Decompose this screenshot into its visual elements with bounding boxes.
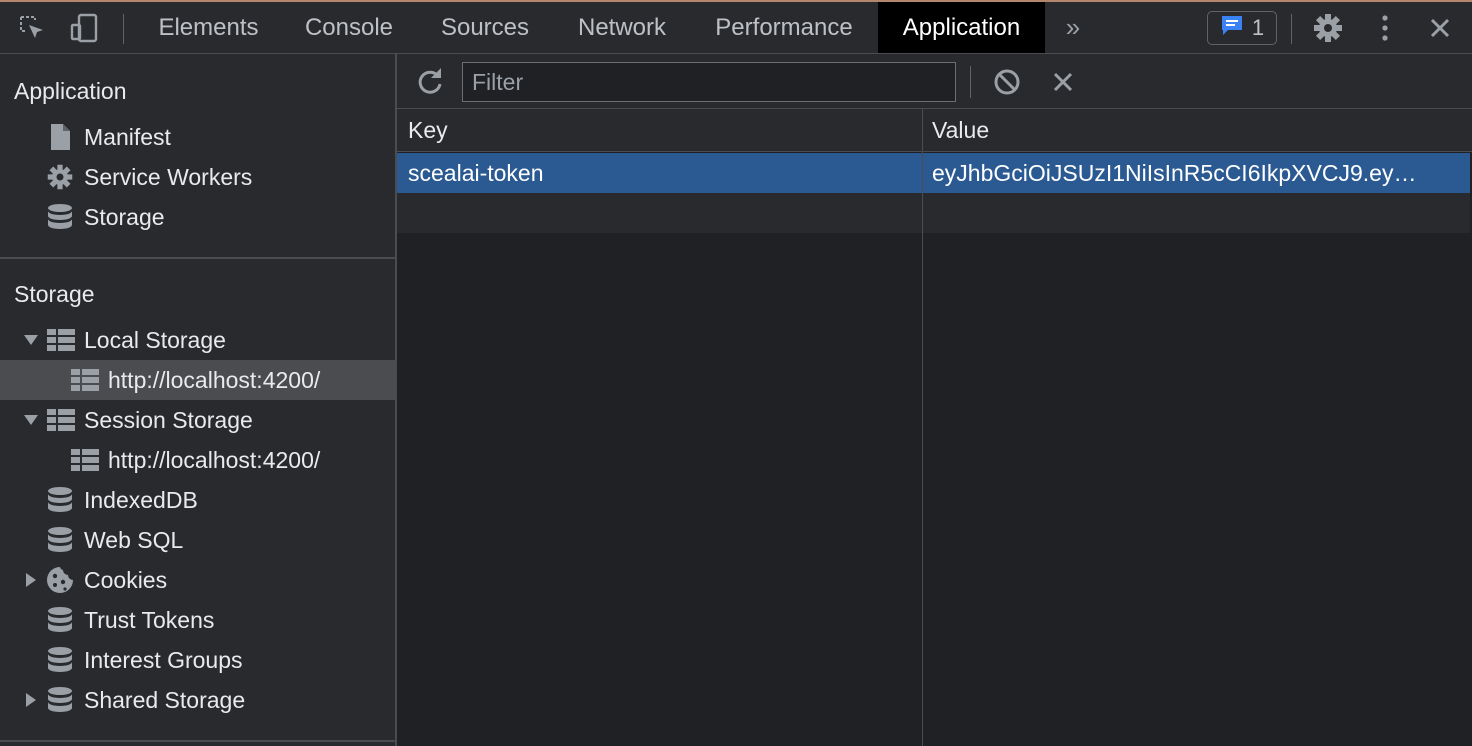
sidebar-item-label: Local Storage — [84, 326, 226, 353]
sidebar-item-shared-storage[interactable]: Shared Storage — [0, 680, 395, 720]
devtools-tabbar: Elements Console Sources Network Perform… — [0, 2, 1472, 54]
sidebar-item-manifest[interactable]: Manifest — [0, 117, 395, 157]
toolbar-divider — [123, 14, 124, 44]
sidebar-item-local-storage[interactable]: Local Storage — [0, 320, 395, 360]
tab-elements[interactable]: Elements — [139, 2, 278, 53]
more-options-icon[interactable] — [1367, 10, 1403, 46]
cookie-icon — [45, 565, 75, 595]
close-icon[interactable] — [1422, 10, 1458, 46]
grid-icon — [70, 445, 100, 475]
column-header-value[interactable]: Value — [932, 109, 989, 152]
sidebar-item-label: IndexedDB — [84, 486, 198, 513]
clear-all-icon[interactable] — [989, 64, 1025, 100]
delete-selected-icon[interactable] — [1045, 64, 1081, 100]
collapsed-arrow-icon[interactable] — [23, 692, 39, 708]
sidebar-item-label: Trust Tokens — [84, 606, 215, 633]
expand-arrow-icon[interactable] — [23, 332, 39, 348]
grid-icon — [46, 405, 76, 435]
sidebar-item-label: Cookies — [84, 566, 168, 593]
sidebar-item-label: Shared Storage — [84, 686, 246, 713]
table-row-empty[interactable] — [397, 193, 1470, 233]
column-divider[interactable] — [922, 109, 923, 746]
sidebar-item-label: Service Workers — [84, 163, 253, 190]
sidebar-item-cookies[interactable]: Cookies — [0, 560, 395, 600]
more-tabs-icon[interactable]: » — [1058, 2, 1088, 53]
sidebar-item-label: http://localhost:4200/ — [108, 446, 321, 473]
issues-counter-button[interactable]: 1 — [1207, 11, 1277, 45]
tab-performance[interactable]: Performance — [694, 2, 874, 53]
storage-panel: Key Value scealai-token eyJhbGciOiJSUzI1… — [397, 54, 1472, 746]
sidebar-item-trust-tokens[interactable]: Trust Tokens — [0, 600, 395, 640]
message-icon — [1220, 14, 1244, 42]
section-divider — [0, 740, 395, 742]
application-sidebar: Application Manifest Service Workers Sto… — [0, 54, 397, 746]
table-row[interactable]: scealai-token eyJhbGciOiJSUzI1NiIsInR5cC… — [397, 153, 1470, 193]
sidebar-item-label: http://localhost:4200/ — [108, 366, 321, 393]
database-icon — [45, 605, 75, 635]
sidebar-item-label: Manifest — [84, 123, 171, 150]
database-icon — [45, 525, 75, 555]
expand-arrow-icon[interactable] — [23, 412, 39, 428]
storage-toolbar — [397, 54, 1472, 109]
sidebar-item-web-sql[interactable]: Web SQL — [0, 520, 395, 560]
tab-network[interactable]: Network — [558, 2, 686, 53]
table-header: Key Value — [397, 109, 1472, 152]
sidebar-item-storage-overview[interactable]: Storage — [0, 197, 395, 237]
row-value[interactable]: eyJhbGciOiJSUzI1NiIsInR5cCI6IkpXVCJ9.ey… — [932, 153, 1462, 193]
sidebar-item-label: Web SQL — [84, 526, 184, 553]
sidebar-item-session-storage-origin[interactable]: http://localhost:4200/ — [0, 440, 395, 480]
section-title-application: Application — [14, 78, 127, 104]
sidebar-item-indexeddb[interactable]: IndexedDB — [0, 480, 395, 520]
tab-console[interactable]: Console — [286, 2, 412, 53]
tab-sources[interactable]: Sources — [420, 2, 550, 53]
filter-input[interactable] — [462, 62, 956, 102]
gear-icon[interactable] — [1310, 10, 1346, 46]
database-icon — [45, 685, 75, 715]
gear-icon — [45, 162, 75, 192]
column-header-key[interactable]: Key — [408, 109, 448, 152]
toolbar-divider — [1291, 14, 1292, 44]
sidebar-item-label: Interest Groups — [84, 646, 243, 673]
section-divider — [0, 257, 395, 259]
database-icon — [45, 645, 75, 675]
sidebar-item-label: Session Storage — [84, 406, 253, 433]
sidebar-item-label: Storage — [84, 203, 165, 230]
database-icon — [45, 202, 75, 232]
inspect-element-icon[interactable] — [14, 10, 50, 46]
grid-icon — [46, 325, 76, 355]
tab-application[interactable]: Application — [878, 2, 1045, 53]
refresh-icon[interactable] — [412, 64, 448, 100]
database-icon — [45, 485, 75, 515]
grid-icon — [70, 365, 100, 395]
collapsed-arrow-icon[interactable] — [23, 572, 39, 588]
sidebar-item-local-storage-origin[interactable]: http://localhost:4200/ — [0, 360, 395, 400]
section-title-storage: Storage — [14, 281, 95, 307]
sidebar-item-interest-groups[interactable]: Interest Groups — [0, 640, 395, 680]
sidebar-item-session-storage[interactable]: Session Storage — [0, 400, 395, 440]
sidebar-item-service-workers[interactable]: Service Workers — [0, 157, 395, 197]
row-key[interactable]: scealai-token — [408, 153, 908, 193]
issues-count: 1 — [1251, 15, 1265, 40]
device-toolbar-icon[interactable] — [66, 10, 102, 46]
file-icon — [45, 122, 75, 152]
toolbar-divider — [970, 66, 971, 98]
